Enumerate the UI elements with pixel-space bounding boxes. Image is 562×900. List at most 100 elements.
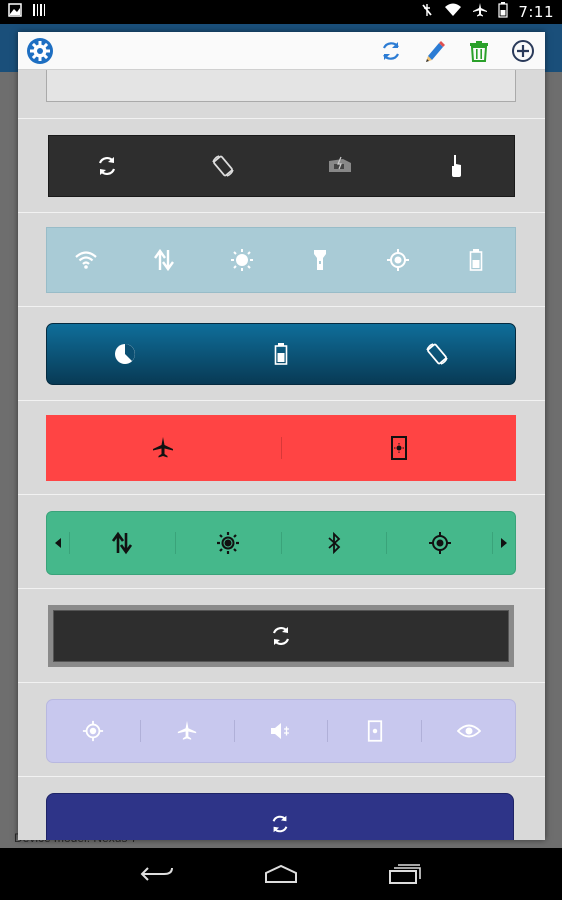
airplane-icon bbox=[178, 720, 197, 740]
battery-icon bbox=[469, 249, 483, 271]
volume-icon bbox=[270, 723, 289, 739]
delete-button[interactable] bbox=[465, 37, 493, 65]
battery-toggle bbox=[203, 324, 359, 384]
gps-toggle bbox=[47, 700, 140, 762]
flashlight-icon bbox=[314, 250, 326, 270]
style-item-partial[interactable] bbox=[46, 70, 516, 102]
data-icon bbox=[112, 531, 133, 555]
sync-icon bbox=[272, 815, 288, 833]
add-icon bbox=[512, 39, 534, 62]
gps-icon bbox=[83, 720, 104, 742]
home-button[interactable] bbox=[259, 856, 303, 892]
airplane-toggle bbox=[141, 700, 234, 762]
style-picker-dialog bbox=[18, 32, 545, 840]
status-left bbox=[8, 3, 46, 21]
touch-toggle bbox=[398, 136, 514, 196]
settings-button[interactable] bbox=[26, 37, 54, 65]
recent-apps-icon bbox=[389, 864, 421, 884]
style-item-navy-gradient[interactable] bbox=[18, 306, 545, 400]
back-button[interactable] bbox=[135, 856, 179, 892]
scroll-left-arrow bbox=[47, 512, 69, 574]
battery-icon bbox=[498, 2, 508, 22]
data-toggle bbox=[70, 512, 175, 574]
volume-toggle bbox=[235, 700, 328, 762]
status-bar: 7:11 bbox=[0, 0, 562, 24]
screen-brightness-toggle bbox=[328, 700, 421, 762]
dialog-toolbar bbox=[18, 32, 545, 70]
image-icon bbox=[8, 3, 22, 21]
style-item-dark[interactable] bbox=[18, 118, 545, 212]
bluetooth-toggle bbox=[282, 512, 387, 574]
airplane-icon bbox=[472, 2, 488, 22]
sync-icon bbox=[272, 627, 290, 645]
rotate-icon bbox=[426, 343, 448, 365]
scroll-right-arrow bbox=[493, 512, 515, 574]
navigation-bar bbox=[0, 848, 562, 900]
screen-brightness-icon bbox=[390, 436, 407, 460]
style-item-dark-framed[interactable] bbox=[18, 588, 545, 682]
back-icon bbox=[140, 867, 173, 881]
chevron-left-icon bbox=[55, 538, 61, 548]
gps-icon bbox=[428, 532, 451, 554]
sync-toggle bbox=[53, 610, 509, 662]
edit-icon bbox=[426, 40, 445, 62]
brightness-toggle bbox=[176, 512, 281, 574]
chevron-right-icon bbox=[501, 538, 507, 548]
sync-icon bbox=[99, 157, 116, 175]
eye-toggle bbox=[422, 700, 515, 762]
widget-preview-dark-framed bbox=[48, 605, 514, 667]
barcode-icon bbox=[32, 3, 46, 21]
style-item-indigo[interactable] bbox=[18, 776, 545, 840]
refresh-button[interactable] bbox=[377, 37, 405, 65]
touch-icon bbox=[451, 155, 461, 177]
widget-preview-navy-gradient bbox=[46, 323, 516, 385]
widget-preview-indigo bbox=[46, 793, 514, 840]
toolbar-actions bbox=[377, 37, 537, 65]
gps-icon bbox=[387, 249, 409, 271]
timeout-toggle bbox=[47, 324, 203, 384]
wifi-toggle bbox=[47, 228, 125, 292]
style-list[interactable] bbox=[18, 70, 545, 840]
gear-icon bbox=[27, 37, 53, 64]
data-toggle bbox=[125, 228, 203, 292]
gps-toggle bbox=[387, 512, 492, 574]
battery-icon bbox=[274, 343, 288, 365]
wifi-icon bbox=[444, 3, 462, 21]
camera-flash-toggle bbox=[282, 136, 398, 196]
brightness-icon bbox=[217, 532, 240, 554]
airplane-toggle bbox=[46, 415, 281, 481]
rotate-icon bbox=[212, 155, 235, 177]
timeout-icon bbox=[115, 344, 135, 364]
screen-brightness-toggle bbox=[282, 415, 517, 481]
widget-preview-green bbox=[46, 511, 516, 575]
recent-apps-button[interactable] bbox=[383, 856, 427, 892]
rotate-toggle bbox=[165, 136, 281, 196]
gps-toggle bbox=[359, 228, 437, 292]
battery-toggle bbox=[437, 228, 515, 292]
rotate-toggle bbox=[359, 324, 515, 384]
style-item-green[interactable] bbox=[18, 494, 545, 588]
sync-toggle bbox=[49, 136, 165, 196]
bluetooth-icon bbox=[328, 532, 341, 554]
eye-icon bbox=[456, 724, 481, 738]
airplane-icon bbox=[153, 437, 174, 458]
wifi-icon bbox=[75, 251, 97, 269]
screen-brightness-icon bbox=[367, 720, 382, 742]
edit-button[interactable] bbox=[421, 37, 449, 65]
muted-icon bbox=[420, 2, 434, 22]
refresh-icon bbox=[383, 41, 399, 60]
home-icon bbox=[265, 864, 297, 883]
sync-toggle bbox=[47, 794, 513, 840]
flashlight-toggle bbox=[281, 228, 359, 292]
add-button[interactable] bbox=[509, 37, 537, 65]
widget-preview-red bbox=[46, 415, 516, 481]
style-item-lavender[interactable] bbox=[18, 682, 545, 776]
camera-flash-icon bbox=[328, 156, 351, 172]
brightness-icon bbox=[231, 249, 253, 271]
widget-preview-dark bbox=[48, 135, 515, 197]
style-item-light-blue[interactable] bbox=[18, 212, 545, 306]
brightness-toggle bbox=[203, 228, 281, 292]
style-item-red[interactable] bbox=[18, 400, 545, 494]
data-icon bbox=[154, 248, 174, 272]
widget-preview-light-blue bbox=[46, 227, 516, 293]
